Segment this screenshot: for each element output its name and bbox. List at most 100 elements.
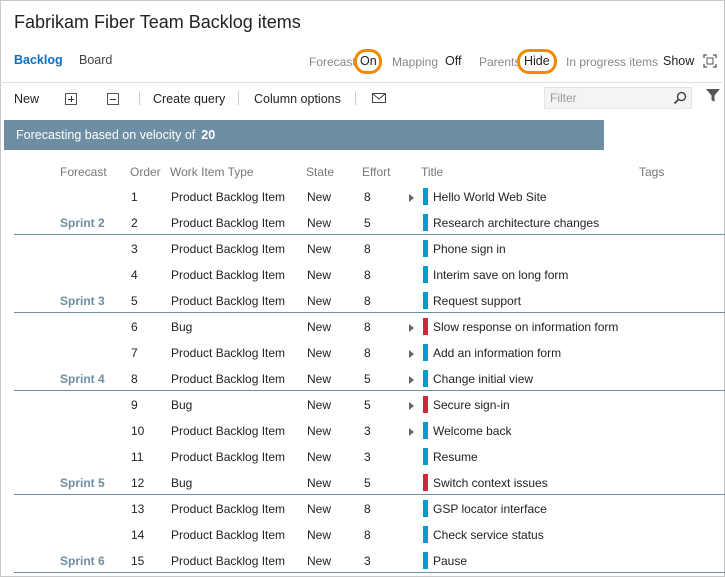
expand-all-icon[interactable] bbox=[65, 93, 77, 105]
order-cell: 8 bbox=[131, 372, 138, 386]
effort-cell: 8 bbox=[364, 502, 371, 516]
tab-board[interactable]: Board bbox=[79, 53, 112, 67]
title-link[interactable]: Slow response on information form bbox=[433, 320, 618, 334]
table-row[interactable]: 11 Product Backlog Item New 3 Resume bbox=[0, 444, 725, 470]
work-item-type-cell: Product Backlog Item bbox=[171, 190, 286, 204]
funnel-icon[interactable] bbox=[706, 89, 720, 103]
forecast-toggle[interactable]: On bbox=[360, 54, 377, 68]
table-row[interactable]: 2 Product Backlog Item New 5 Research archit… bbox=[0, 210, 725, 236]
state-cell: New bbox=[307, 476, 332, 490]
parents-toggle[interactable]: Hide bbox=[524, 54, 550, 68]
title-link[interactable]: Check service status bbox=[433, 528, 544, 542]
email-icon[interactable] bbox=[372, 93, 386, 103]
order-cell: 1 bbox=[131, 190, 138, 204]
order-cell: 15 bbox=[131, 554, 145, 568]
title-link[interactable]: Secure sign-in bbox=[433, 398, 510, 412]
table-row[interactable]: 9 Bug New 5 Secure sign-in bbox=[0, 392, 725, 418]
order-cell: 2 bbox=[131, 216, 138, 230]
column-header-work-item-type[interactable]: Work Item Type bbox=[170, 165, 254, 179]
tab-backlog[interactable]: Backlog bbox=[14, 53, 63, 67]
column-header-forecast[interactable]: Forecast bbox=[60, 165, 107, 179]
effort-cell: 8 bbox=[364, 268, 371, 282]
order-cell: 4 bbox=[131, 268, 138, 282]
sprint-label: Sprint 3 bbox=[60, 294, 105, 308]
effort-cell: 8 bbox=[364, 190, 371, 204]
expand-caret-icon[interactable] bbox=[409, 350, 414, 358]
title-link[interactable]: Interim save on long form bbox=[433, 268, 568, 282]
title-link[interactable]: Phone sign in bbox=[433, 242, 506, 256]
table-row[interactable]: 13 Product Backlog Item New 8 GSP locator in… bbox=[0, 496, 725, 522]
table-row[interactable]: 3 Product Backlog Item New 8 Phone sign in bbox=[0, 236, 725, 262]
sprint-label: Sprint 6 bbox=[60, 554, 105, 568]
state-cell: New bbox=[307, 346, 332, 360]
title-link[interactable]: Research architecture changes bbox=[433, 216, 599, 230]
column-options-button[interactable]: Column options bbox=[254, 92, 341, 106]
pbi-color-bar bbox=[423, 552, 428, 569]
toolbar-separator bbox=[139, 91, 140, 105]
search-icon[interactable] bbox=[673, 91, 687, 105]
sprint-label: Sprint 2 bbox=[60, 216, 105, 230]
in-progress-toggle[interactable]: Show bbox=[663, 54, 694, 68]
table-row[interactable]: 1 Product Backlog Item New 8 Hello World Web… bbox=[0, 184, 725, 210]
expand-caret-icon[interactable] bbox=[409, 376, 414, 384]
effort-cell: 3 bbox=[364, 424, 371, 438]
table-row[interactable]: 6 Bug New 8 Slow response on information for… bbox=[0, 314, 725, 340]
create-query-button[interactable]: Create query bbox=[153, 92, 225, 106]
work-item-type-cell: Product Backlog Item bbox=[171, 424, 286, 438]
table-row[interactable]: 7 Product Backlog Item New 8 Add an informat… bbox=[0, 340, 725, 366]
column-header-order[interactable]: Order bbox=[130, 165, 161, 179]
new-button[interactable]: New bbox=[14, 92, 39, 106]
bug-color-bar bbox=[423, 474, 428, 491]
table-row[interactable]: 10 Product Backlog Item New 3 Welcome back bbox=[0, 418, 725, 444]
collapse-all-icon[interactable] bbox=[107, 93, 119, 105]
title-link[interactable]: Hello World Web Site bbox=[433, 190, 547, 204]
work-item-type-cell: Bug bbox=[171, 476, 193, 490]
expand-caret-icon[interactable] bbox=[409, 402, 414, 410]
effort-cell: 3 bbox=[364, 450, 371, 464]
title-link[interactable]: Welcome back bbox=[433, 424, 511, 438]
work-item-type-cell: Product Backlog Item bbox=[171, 242, 286, 256]
expand-caret-icon[interactable] bbox=[409, 194, 414, 202]
mapping-toggle[interactable]: Off bbox=[445, 54, 461, 68]
in-progress-label: In progress items bbox=[566, 55, 659, 69]
filter-box bbox=[544, 87, 692, 109]
title-link[interactable]: GSP locator interface bbox=[433, 502, 547, 516]
title-link[interactable]: Switch context issues bbox=[433, 476, 548, 490]
effort-cell: 5 bbox=[364, 372, 371, 386]
sprint-boundary-line bbox=[14, 312, 725, 313]
column-header-title[interactable]: Title bbox=[421, 165, 443, 179]
order-cell: 5 bbox=[131, 294, 138, 308]
pbi-color-bar bbox=[423, 500, 428, 517]
order-cell: 9 bbox=[131, 398, 138, 412]
expand-caret-icon[interactable] bbox=[409, 428, 414, 436]
toolbar-separator bbox=[355, 91, 356, 105]
effort-cell: 5 bbox=[364, 398, 371, 412]
order-cell: 12 bbox=[131, 476, 145, 490]
title-link[interactable]: Add an information form bbox=[433, 346, 561, 360]
order-cell: 6 bbox=[131, 320, 138, 334]
title-link[interactable]: Pause bbox=[433, 554, 467, 568]
table-row[interactable]: 12 Bug New 5 Switch context issues bbox=[0, 470, 725, 496]
table-row[interactable]: 5 Product Backlog Item New 8 Request support bbox=[0, 288, 725, 314]
velocity-value: 20 bbox=[201, 128, 216, 142]
forecast-banner-text: Forecasting based on velocity of bbox=[16, 128, 196, 142]
column-header-tags[interactable]: Tags bbox=[639, 165, 664, 179]
filter-input[interactable] bbox=[545, 88, 669, 108]
work-item-type-cell: Product Backlog Item bbox=[171, 450, 286, 464]
table-row[interactable]: 14 Product Backlog Item New 8 Check service … bbox=[0, 522, 725, 548]
state-cell: New bbox=[307, 502, 332, 516]
expand-caret-icon[interactable] bbox=[409, 324, 414, 332]
fullscreen-icon[interactable] bbox=[703, 54, 717, 68]
work-item-type-cell: Product Backlog Item bbox=[171, 528, 286, 542]
work-item-type-cell: Bug bbox=[171, 320, 193, 334]
column-header-effort[interactable]: Effort bbox=[362, 165, 390, 179]
table-row[interactable]: 4 Product Backlog Item New 8 Interim save on… bbox=[0, 262, 725, 288]
title-link[interactable]: Request support bbox=[433, 294, 521, 308]
order-cell: 10 bbox=[131, 424, 145, 438]
work-item-type-cell: Product Backlog Item bbox=[171, 294, 286, 308]
title-link[interactable]: Resume bbox=[433, 450, 478, 464]
table-row[interactable]: 15 Product Backlog Item New 3 Pause bbox=[0, 548, 725, 574]
title-link[interactable]: Change initial view bbox=[433, 372, 533, 386]
column-header-state[interactable]: State bbox=[306, 165, 334, 179]
table-row[interactable]: 8 Product Backlog Item New 5 Change initial … bbox=[0, 366, 725, 392]
